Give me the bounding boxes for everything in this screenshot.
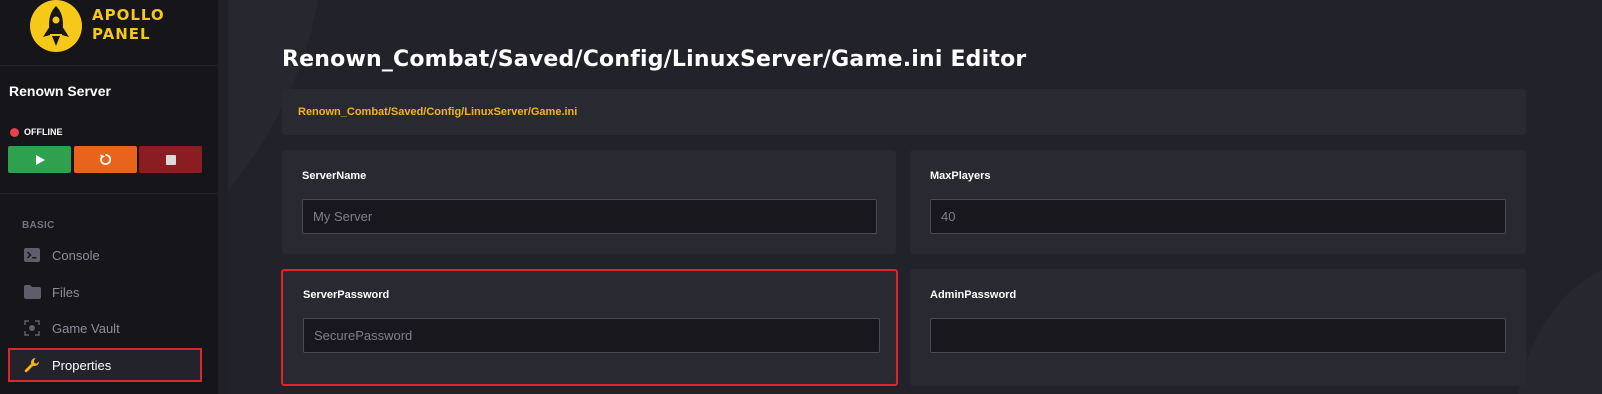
divider: [0, 193, 218, 194]
sidebar-item-files[interactable]: Files: [8, 275, 202, 309]
folder-icon: [22, 282, 42, 302]
divider: [0, 65, 218, 66]
file-path: Renown_Combat/Saved/Config/LinuxServer/G…: [298, 106, 578, 118]
start-button[interactable]: [8, 146, 71, 173]
section-label-basic: BASIC: [22, 220, 55, 231]
main-content: Renown_Combat/Saved/Config/LinuxServer/G…: [228, 0, 1602, 394]
status-dot-icon: [10, 127, 19, 137]
sidebar-item-label: Properties: [52, 357, 112, 373]
sidebar: APOLLO PANEL Renown Server OFFLINE BASIC: [0, 0, 218, 394]
server-password-input[interactable]: [303, 318, 880, 353]
file-path-bar: Renown_Combat/Saved/Config/LinuxServer/G…: [282, 89, 1526, 135]
page-title: Renown_Combat/Saved/Config/LinuxServer/G…: [282, 47, 1027, 72]
apollo-panel-logo[interactable]: APOLLO PANEL: [30, 0, 190, 56]
wrench-icon: [22, 355, 42, 375]
rocket-icon: [30, 0, 82, 52]
server-status: OFFLINE: [10, 127, 63, 137]
brand-name: APOLLO PANEL: [92, 6, 165, 44]
sidebar-item-properties[interactable]: Properties: [8, 348, 202, 382]
sidebar-item-game-vault[interactable]: Game Vault: [8, 311, 202, 345]
field-label: ServerPassword: [303, 289, 390, 301]
server-name-input[interactable]: [302, 199, 877, 234]
field-card-server-name: ServerName: [282, 150, 896, 254]
sidebar-item-console[interactable]: Console: [8, 238, 202, 272]
field-label: AdminPassword: [930, 289, 1017, 301]
field-label: ServerName: [302, 170, 367, 182]
brand-line-2: PANEL: [92, 25, 151, 43]
field-card-admin-password: AdminPassword: [910, 269, 1526, 386]
play-icon: [35, 154, 45, 165]
brand-line-1: APOLLO: [92, 6, 165, 24]
server-name: Renown Server: [9, 83, 111, 99]
stop-button[interactable]: [139, 146, 202, 173]
field-label: MaxPlayers: [930, 170, 991, 182]
vault-icon: [22, 318, 42, 338]
restart-icon: [99, 154, 112, 165]
status-text: OFFLINE: [24, 127, 63, 137]
terminal-icon: [22, 245, 42, 265]
field-card-max-players: MaxPlayers: [910, 150, 1526, 254]
stop-icon: [165, 154, 176, 165]
sidebar-item-label: Files: [52, 284, 80, 300]
admin-password-input[interactable]: [930, 318, 1506, 353]
field-card-server-password: ServerPassword: [281, 269, 898, 386]
sidebar-item-label: Console: [52, 247, 100, 263]
max-players-input[interactable]: [930, 199, 1506, 234]
restart-button[interactable]: [74, 146, 137, 173]
sidebar-item-label: Game Vault: [52, 320, 120, 336]
